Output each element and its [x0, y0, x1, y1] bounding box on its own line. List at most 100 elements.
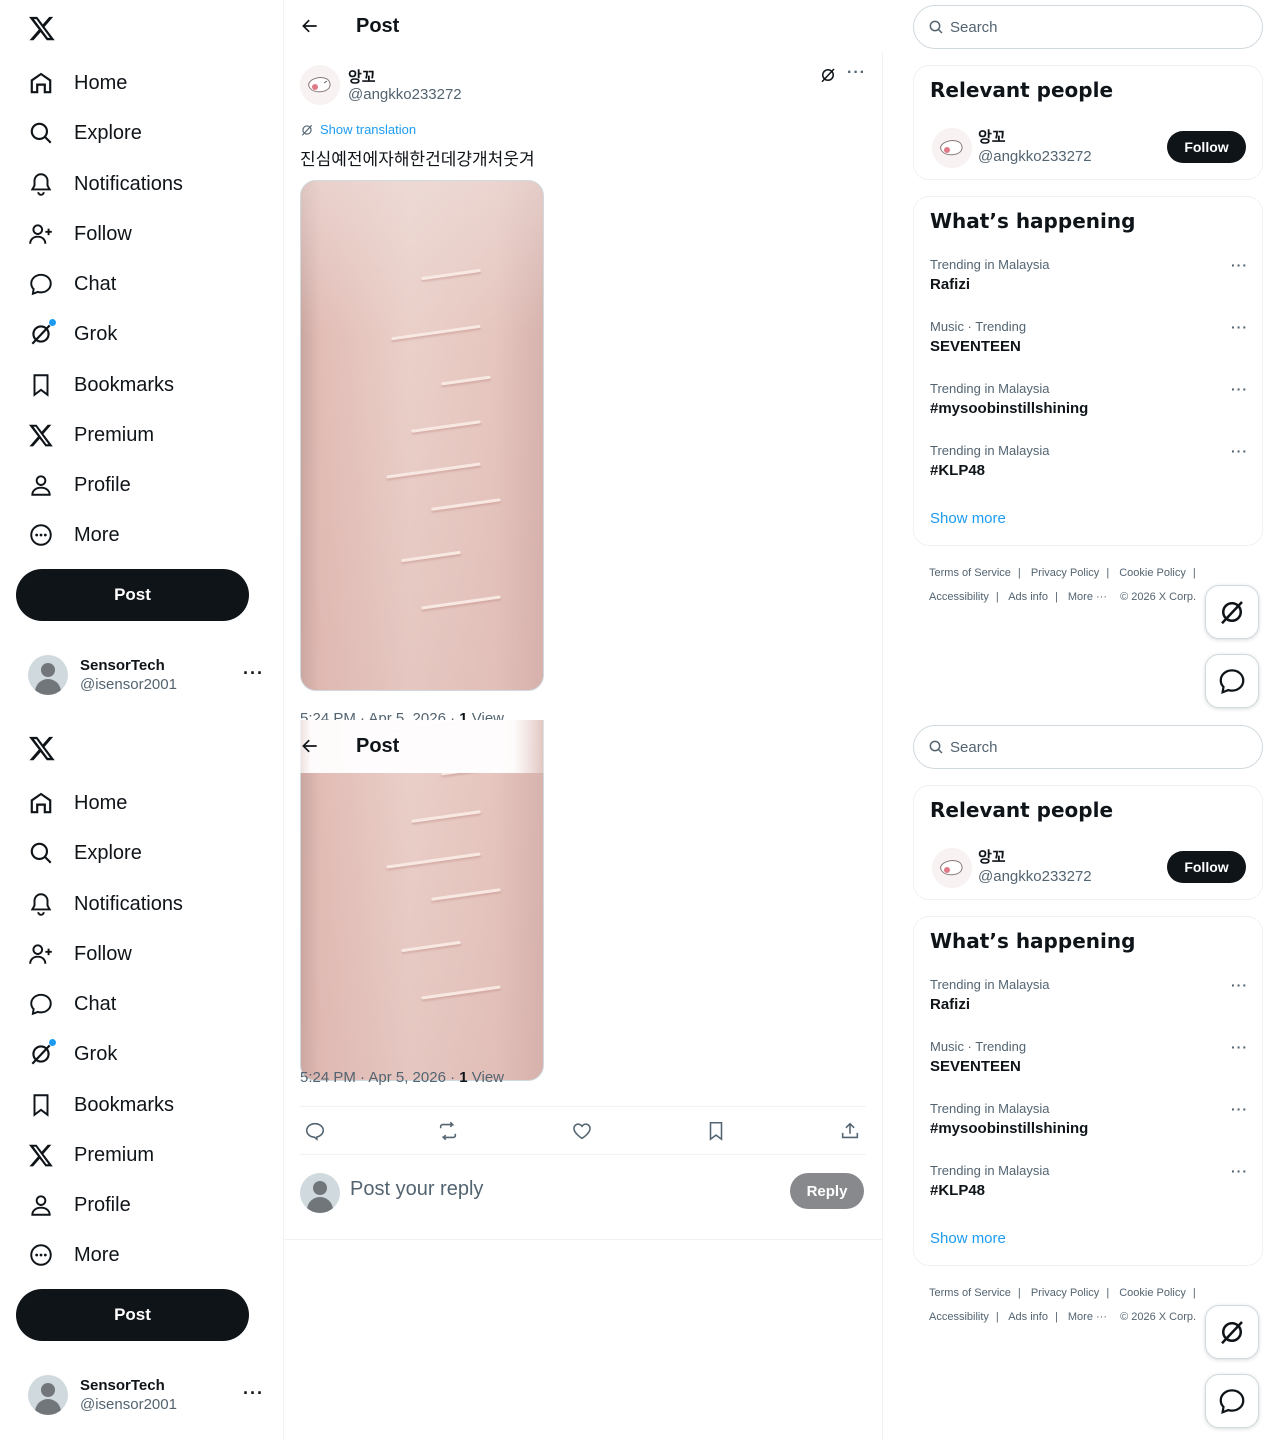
footer-terms[interactable]: Terms of Service — [929, 1287, 1011, 1299]
account-switcher[interactable]: SensorTech @isensor2001 ··· — [28, 655, 268, 695]
trend-name: SEVENTEEN — [930, 1058, 1021, 1075]
grok-fab[interactable] — [1205, 1305, 1259, 1359]
author-handle[interactable]: @angkko233272 — [348, 86, 462, 103]
trend-item[interactable]: Trending in Malaysia #KLP48 ··· — [930, 1163, 1248, 1213]
nav-grok[interactable]: Grok — [16, 312, 129, 356]
more-icon[interactable]: ··· — [1231, 443, 1248, 459]
footer-terms[interactable]: Terms of Service — [929, 567, 1011, 579]
nav-premium[interactable]: Premium — [16, 1133, 166, 1177]
nav-profile[interactable]: Profile — [16, 463, 143, 507]
nav-profile[interactable]: Profile — [16, 1183, 143, 1227]
footer-accessibility[interactable]: Accessibility — [929, 1311, 989, 1323]
nav-follow[interactable]: Follow — [16, 932, 144, 976]
like-icon[interactable] — [571, 1120, 593, 1142]
person-handle[interactable]: @angkko233272 — [978, 868, 1092, 885]
reply-input[interactable]: Post your reply — [350, 1178, 483, 1201]
search-box[interactable] — [913, 725, 1263, 769]
trend-item[interactable]: Music · Trending SEVENTEEN ··· — [930, 1039, 1248, 1089]
footer-cookie[interactable]: Cookie Policy — [1119, 567, 1186, 579]
person-name[interactable]: 앙꼬 — [978, 126, 1006, 147]
more-icon[interactable]: ··· — [1231, 977, 1248, 993]
reply-icon[interactable] — [304, 1120, 326, 1142]
nav-home[interactable]: Home — [16, 61, 139, 105]
nav-explore[interactable]: Explore — [16, 111, 154, 155]
grok-icon[interactable] — [819, 66, 837, 84]
more-icon[interactable]: ··· — [243, 1383, 264, 1404]
search-input[interactable] — [950, 18, 1240, 36]
trend-name: #KLP48 — [930, 1182, 986, 1199]
person-name[interactable]: 앙꼬 — [978, 846, 1006, 867]
tweet-image[interactable] — [300, 180, 544, 691]
show-more-link[interactable]: Show more — [930, 510, 1006, 527]
show-translation-link[interactable]: Show translation — [300, 122, 416, 137]
nav-chat[interactable]: Chat — [16, 982, 128, 1026]
x-logo-icon[interactable] — [28, 14, 56, 42]
trend-item[interactable]: Trending in Malaysia #mysoobinstillshini… — [930, 1101, 1248, 1151]
author-name[interactable]: 앙꼬 — [348, 66, 376, 87]
more-icon[interactable]: ··· — [1231, 319, 1248, 335]
footer-ads[interactable]: Ads info — [1008, 1311, 1048, 1323]
more-icon[interactable]: ··· — [1231, 1039, 1248, 1055]
trend-name: Rafizi — [930, 996, 971, 1013]
repost-icon[interactable] — [437, 1120, 459, 1142]
more-icon[interactable]: ··· — [1231, 257, 1248, 273]
post-button[interactable]: Post — [16, 1289, 249, 1341]
nav-follow[interactable]: Follow — [16, 212, 144, 256]
trend-item[interactable]: Trending in Malaysia #KLP48 ··· — [930, 443, 1248, 493]
trend-item[interactable]: Trending in Malaysia Rafizi ··· — [930, 257, 1248, 307]
person-handle[interactable]: @angkko233272 — [978, 148, 1092, 165]
trend-item[interactable]: Music · Trending SEVENTEEN ··· — [930, 319, 1248, 369]
account-switcher[interactable]: SensorTech @isensor2001 ··· — [28, 1375, 268, 1415]
bookmark-icon[interactable] — [705, 1120, 727, 1142]
nav-more[interactable]: More — [16, 1233, 132, 1277]
chat-fab[interactable] — [1205, 654, 1259, 708]
search-box[interactable] — [913, 5, 1263, 49]
x-logo-icon[interactable] — [28, 734, 56, 762]
nav-notifications[interactable]: Notifications — [16, 162, 195, 206]
nav-premium[interactable]: Premium — [16, 413, 166, 457]
more-icon[interactable]: ··· — [1231, 1163, 1248, 1179]
follow-button[interactable]: Follow — [1167, 131, 1246, 163]
footer-privacy[interactable]: Privacy Policy — [1031, 1287, 1099, 1299]
nav-label: Follow — [74, 942, 132, 965]
more-icon[interactable]: ··· — [847, 64, 866, 82]
more-icon[interactable]: ··· — [1231, 381, 1248, 397]
show-more-link[interactable]: Show more — [930, 1230, 1006, 1247]
footer-more[interactable]: More ··· — [1068, 1311, 1107, 1323]
footer-accessibility[interactable]: Accessibility — [929, 591, 989, 603]
more-icon[interactable]: ··· — [243, 663, 264, 684]
search-icon — [28, 120, 54, 146]
nav-label: Premium — [74, 423, 155, 446]
footer-cookie[interactable]: Cookie Policy — [1119, 1287, 1186, 1299]
back-arrow-icon[interactable] — [300, 16, 320, 36]
nav-bookmarks[interactable]: Bookmarks — [16, 1083, 186, 1127]
post-button[interactable]: Post — [16, 569, 249, 621]
nav-label: Profile — [74, 1193, 131, 1216]
more-icon[interactable]: ··· — [1231, 1101, 1248, 1117]
follow-button[interactable]: Follow — [1167, 851, 1246, 883]
trend-item[interactable]: Trending in Malaysia Rafizi ··· — [930, 977, 1248, 1027]
avatar[interactable] — [932, 128, 972, 168]
nav-label: Notifications — [74, 172, 183, 195]
author-avatar[interactable] — [300, 65, 340, 105]
footer-privacy[interactable]: Privacy Policy — [1031, 567, 1099, 579]
grok-fab[interactable] — [1205, 585, 1259, 639]
nav-home[interactable]: Home — [16, 781, 139, 825]
tweet-image[interactable] — [300, 720, 544, 1081]
nav-label: Follow — [74, 222, 132, 245]
nav-chat[interactable]: Chat — [16, 262, 128, 306]
nav-bookmarks[interactable]: Bookmarks — [16, 363, 186, 407]
nav-explore[interactable]: Explore — [16, 831, 154, 875]
nav-more[interactable]: More — [16, 513, 132, 557]
search-input[interactable] — [950, 738, 1240, 756]
chat-fab[interactable] — [1205, 1374, 1259, 1428]
nav-grok[interactable]: Grok — [16, 1032, 129, 1076]
reply-button[interactable]: Reply — [790, 1173, 864, 1209]
avatar[interactable] — [932, 848, 972, 888]
footer-ads[interactable]: Ads info — [1008, 591, 1048, 603]
back-arrow-icon[interactable] — [300, 736, 320, 756]
footer-more[interactable]: More ··· — [1068, 591, 1107, 603]
nav-notifications[interactable]: Notifications — [16, 882, 195, 926]
trend-item[interactable]: Trending in Malaysia #mysoobinstillshini… — [930, 381, 1248, 431]
share-icon[interactable] — [839, 1120, 861, 1142]
